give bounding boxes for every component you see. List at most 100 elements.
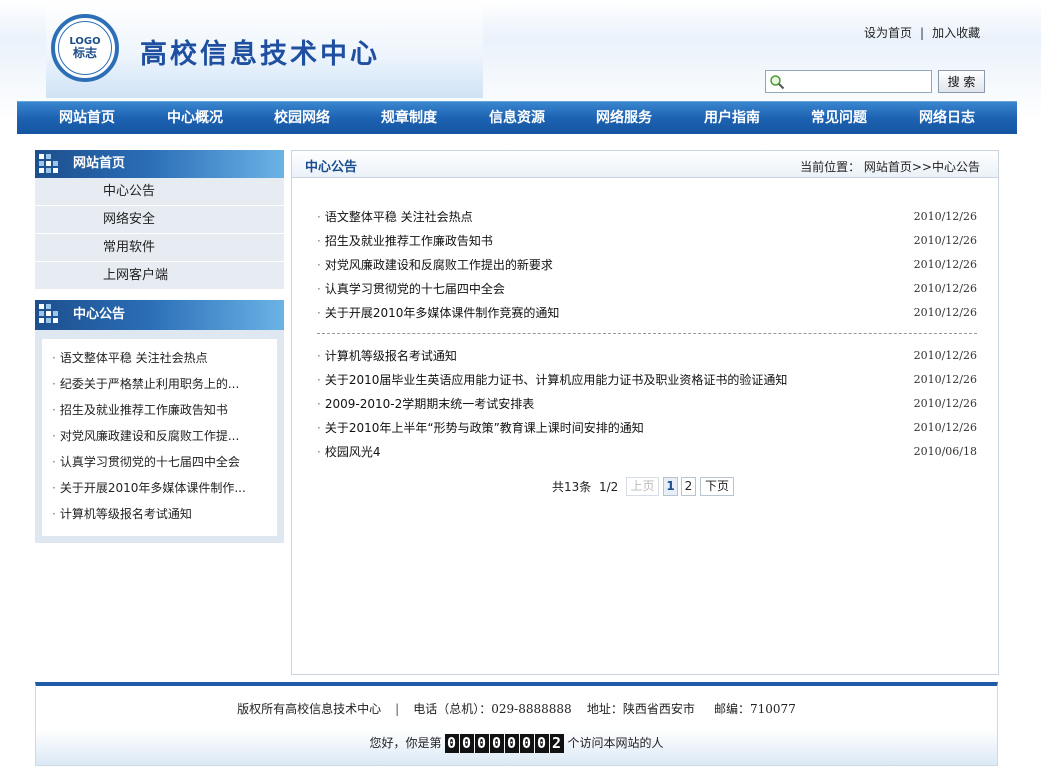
news-date: 2010/12/26 <box>913 397 977 410</box>
visitor-prefix: 您好，你是第 <box>369 736 442 750</box>
counter-digit: 0 <box>489 733 504 753</box>
main-header: 中心公告 当前位置： 网站首页>>中心公告 <box>292 151 998 178</box>
sidebar-item-client[interactable]: 上网客户端 <box>35 262 284 290</box>
breadcrumb: 当前位置： 网站首页>>中心公告 <box>800 160 980 174</box>
top-links: 设为首页 | 加入收藏 <box>864 24 980 41</box>
sidebar-item-announcements[interactable]: 中心公告 <box>35 178 284 206</box>
nav-item-regulations[interactable]: 规章制度 <box>364 102 454 135</box>
logo: LOGO 标志 <box>51 14 119 82</box>
sidebar-announcements-header: 中心公告 <box>35 300 284 330</box>
news-date: 2010/12/26 <box>913 258 977 271</box>
footer-zip: 710077 <box>750 702 796 716</box>
sidebar-menu-title: 网站首页 <box>73 156 126 171</box>
news-row[interactable]: · 计算机等级报名考试通知 2010/12/26 <box>317 344 977 368</box>
footer-phone-label: 电话（总机）： <box>413 702 492 716</box>
news-row[interactable]: · 关于2010年上半年“形势与政策”教育课上课时间安排的通知 2010/12/26 <box>317 416 977 440</box>
nav-item-network-log[interactable]: 网络日志 <box>902 102 992 135</box>
nav-item-campus-network[interactable]: 校园网络 <box>257 102 347 135</box>
list-item-title: 语文整体平稳 关注社会热点 <box>59 351 208 365</box>
list-item-title: 招生及就业推荐工作廉政告知书 <box>59 403 228 417</box>
news-row[interactable]: · 2009-2010-2学期期末统一考试安排表 2010/12/26 <box>317 392 977 416</box>
footer-info: 版权所有高校信息技术中心 | 电话（总机）：029-8888888 地址：陕西省西安… <box>36 700 997 717</box>
sidebar-item-software[interactable]: 常用软件 <box>35 234 284 262</box>
news-date: 2010/12/26 <box>913 234 977 247</box>
news-title: 认真学习贯彻党的十七届四中全会 <box>324 282 505 296</box>
counter-digit: 0 <box>459 733 474 753</box>
grid-squares-icon <box>39 154 58 173</box>
list-item[interactable]: · 关于开展2010年多媒体课件制作... <box>42 477 277 503</box>
counter-digit: 0 <box>519 733 534 753</box>
pagination-total: 共13条 <box>552 480 592 494</box>
footer-separator: | <box>395 702 400 716</box>
list-item-title: 纪委关于严格禁止利用职务上的... <box>59 377 240 391</box>
list-item[interactable]: · 对党风廉政建设和反腐败工作提... <box>42 425 277 451</box>
sidebar-announcements-panel: · 语文整体平稳 关注社会热点 · 纪委关于严格禁止利用职务上的... · 招生及就业… <box>42 339 277 536</box>
search-icon <box>770 75 785 90</box>
nav-item-user-guide[interactable]: 用户指南 <box>687 102 777 135</box>
news-list-secondary: · 计算机等级报名考试通知 2010/12/26 · 关于2010届毕业生英语应用能力… <box>317 344 977 464</box>
list-item[interactable]: · 语文整体平稳 关注社会热点 <box>42 347 277 373</box>
news-title: 招生及就业推荐工作廉政告知书 <box>324 234 493 248</box>
list-item-title: 关于开展2010年多媒体课件制作... <box>59 481 246 495</box>
footer-copyright: 版权所有高校信息技术中心 <box>237 702 382 716</box>
sidebar-item-network-security[interactable]: 网络安全 <box>35 206 284 234</box>
nav-item-home[interactable]: 网站首页 <box>42 102 132 135</box>
page-1-button[interactable]: 1 <box>663 477 678 496</box>
news-row[interactable]: · 校园风光4 2010/06/18 <box>317 440 977 464</box>
news-row[interactable]: · 关于2010届毕业生英语应用能力证书、计算机应用能力证书及职业资格证书的验证通… <box>317 368 977 392</box>
main-nav: 网站首页 中心概况 校园网络 规章制度 信息资源 网络服务 用户指南 常见问题 … <box>17 101 1017 134</box>
news-row[interactable]: · 关于开展2010年多媒体课件制作竞赛的通知 2010/12/26 <box>317 301 977 325</box>
nav-item-resources[interactable]: 信息资源 <box>472 102 562 135</box>
visitor-suffix: 个访问本网站的人 <box>567 736 664 750</box>
page-2-button[interactable]: 2 <box>681 477 696 496</box>
news-row[interactable]: · 对党风廉政建设和反腐败工作提出的新要求 2010/12/26 <box>317 253 977 277</box>
list-item-title: 认真学习贯彻党的十七届四中全会 <box>59 455 240 469</box>
nav-item-faq[interactable]: 常见问题 <box>794 102 884 135</box>
next-page-button[interactable]: 下页 <box>700 477 734 496</box>
list-item[interactable]: · 招生及就业推荐工作廉政告知书 <box>42 399 277 425</box>
search-input[interactable] <box>786 73 929 90</box>
visitor-counter-line: 您好，你是第 0 0 0 0 0 0 0 2 个访问本网站的人 <box>36 732 997 755</box>
news-title: 语文整体平稳 关注社会热点 <box>324 210 473 224</box>
top-links-separator: | <box>920 26 925 40</box>
news-date: 2010/12/26 <box>913 210 977 223</box>
header: LOGO 标志 高校信息技术中心 设为首页 | 加入收藏 搜 索 <box>0 0 1041 100</box>
counter-digit: 0 <box>504 733 519 753</box>
sidebar-menu-header: 网站首页 <box>35 150 284 178</box>
footer-phone: 029-8888888 <box>491 702 572 716</box>
news-title: 校园风光4 <box>324 445 381 459</box>
sidebar-announcements: 中心公告 · 语文整体平稳 关注社会热点 · 纪委关于严格禁止利用职务上的... ·… <box>35 300 284 543</box>
grid-squares-icon <box>39 304 58 323</box>
news-row[interactable]: · 招生及就业推荐工作廉政告知书 2010/12/26 <box>317 229 977 253</box>
list-item[interactable]: · 认真学习贯彻党的十七届四中全会 <box>42 451 277 477</box>
site-title: 高校信息技术中心 <box>140 39 380 70</box>
list-item-title: 对党风廉政建设和反腐败工作提... <box>59 429 240 443</box>
news-row[interactable]: · 语文整体平稳 关注社会热点 2010/12/26 <box>317 205 977 229</box>
nav-item-services[interactable]: 网络服务 <box>579 102 669 135</box>
news-date: 2010/12/26 <box>913 282 977 295</box>
news-title: 2009-2010-2学期期末统一考试安排表 <box>324 397 535 411</box>
counter-digit: 2 <box>549 733 564 753</box>
news-title: 计算机等级报名考试通知 <box>324 349 457 363</box>
footer-address: 地址：陕西省西安市 <box>586 702 695 716</box>
news-date: 2010/12/26 <box>913 306 977 319</box>
main-content: 中心公告 当前位置： 网站首页>>中心公告 · 语文整体平稳 关注社会热点 2010… <box>291 150 999 675</box>
search-box <box>765 70 932 93</box>
add-favorite-link[interactable]: 加入收藏 <box>932 26 980 40</box>
set-homepage-link[interactable]: 设为首页 <box>864 26 912 40</box>
counter-digit: 0 <box>534 733 549 753</box>
list-item[interactable]: · 纪委关于严格禁止利用职务上的... <box>42 373 277 399</box>
prev-page-button[interactable]: 上页 <box>626 477 659 496</box>
news-title: 关于开展2010年多媒体课件制作竞赛的通知 <box>324 306 560 320</box>
news-row[interactable]: · 认真学习贯彻党的十七届四中全会 2010/12/26 <box>317 277 977 301</box>
news-date: 2010/12/26 <box>913 349 977 362</box>
footer-zip-label: 邮编： <box>714 702 751 716</box>
counter-digit: 0 <box>474 733 489 753</box>
search-button[interactable]: 搜 索 <box>938 70 985 93</box>
footer: 版权所有高校信息技术中心 | 电话（总机）：029-8888888 地址：陕西省西安… <box>35 682 998 766</box>
news-list-primary: · 语文整体平稳 关注社会热点 2010/12/26 · 招生及就业推荐工作廉政告知书… <box>317 205 977 325</box>
nav-item-about[interactable]: 中心概况 <box>150 102 240 135</box>
list-item-title: 计算机等级报名考试通知 <box>59 507 192 521</box>
list-item[interactable]: · 计算机等级报名考试通知 <box>42 503 277 529</box>
news-title: 关于2010届毕业生英语应用能力证书、计算机应用能力证书及职业资格证书的验证通知 <box>324 373 788 387</box>
